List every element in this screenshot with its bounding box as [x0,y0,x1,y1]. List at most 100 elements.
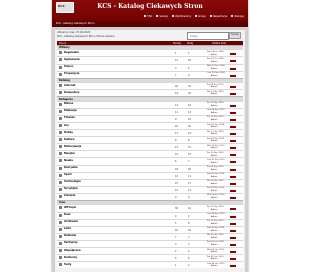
index-link[interactable]: KCS - Katalog Ciekawych Stron Strona Głó… [57,35,115,38]
forum-name[interactable]: Edukacja [64,109,77,112]
last-post-author[interactable]: Admin [211,155,217,157]
forum-name[interactable]: Regulamin [64,51,79,54]
last-post-author[interactable]: Admin [211,162,217,164]
latest-post-icon[interactable] [230,67,236,70]
last-post-author[interactable]: Admin [211,265,217,267]
last-post-author[interactable]: Admin [211,93,217,95]
forum-name[interactable]: Ogłoszenia [64,58,80,61]
last-post-author[interactable]: Admin [211,61,217,63]
forum-name[interactable]: Off-topic [64,206,76,209]
forum-name[interactable]: Kosz [64,213,71,216]
post-count: 6 [188,221,190,225]
forum-name[interactable]: Linki [64,227,71,230]
forum-name[interactable]: Technologia [64,180,81,183]
latest-post-icon[interactable] [230,147,236,150]
last-post-author[interactable]: Admin [211,140,217,142]
last-post-author[interactable]: Admin [211,251,217,253]
latest-post-icon[interactable] [230,93,236,96]
latest-post-icon[interactable] [230,161,236,164]
last-post-author[interactable]: Admin [211,216,217,218]
latest-post-icon[interactable] [230,243,236,246]
latest-post-icon[interactable] [230,126,236,129]
last-post-author[interactable]: Admin [211,54,217,56]
last-post-author[interactable]: Admin [211,209,217,211]
latest-post-icon[interactable] [230,133,236,136]
last-post-author[interactable]: Admin [211,68,217,70]
forum-name[interactable]: Gry [64,124,69,127]
last-post-author[interactable]: Admin [211,105,217,107]
last-post-author[interactable]: Admin [211,75,217,77]
last-post-author[interactable]: Admin [211,133,217,135]
latest-post-icon[interactable] [230,182,236,185]
latest-post-icon[interactable] [230,118,236,121]
latest-post-icon[interactable] [230,251,236,253]
forum-name[interactable]: Hobby [64,131,73,134]
forum-name[interactable]: Testy [64,263,71,266]
last-post-author[interactable]: Admin [211,190,217,192]
latest-post-icon[interactable] [230,265,236,268]
latest-post-icon[interactable] [230,154,236,157]
last-post-author[interactable]: Admin [211,169,217,171]
forum-name[interactable]: Pomoc [64,65,73,68]
nav-link-login[interactable]: Zaloguj [231,15,244,18]
forum-name[interactable]: Biznes [64,102,73,105]
forum-name[interactable]: Reklama [64,234,76,237]
search-button[interactable]: Szukaj [229,32,241,39]
forum-name[interactable]: Kultura [64,138,74,141]
forum-name[interactable]: Partnerzy [64,241,78,244]
latest-post-icon[interactable] [230,60,236,63]
forum-name[interactable]: Propozycje [64,72,79,75]
last-post-author[interactable]: Admin [211,237,217,239]
topic-count: 10 [175,174,178,178]
last-post-author[interactable]: Admin [211,183,217,185]
latest-post-icon[interactable] [230,86,236,89]
last-post-author[interactable]: Admin [211,112,217,114]
latest-post-icon[interactable] [230,236,236,239]
last-post-author[interactable]: Admin [211,197,217,199]
forum-name[interactable]: Komputery [64,91,80,94]
nav-link-register[interactable]: Rejestracja [209,15,227,18]
forum-name[interactable]: Internet [64,84,76,87]
latest-post-icon[interactable] [230,229,236,232]
last-post-author[interactable]: Admin [211,244,217,246]
forum-row: Muzyka 21 23 Śro 20 Sty, 2010 Admin [57,150,243,158]
last-post-author[interactable]: Admin [211,223,217,225]
latest-post-icon[interactable] [230,168,236,171]
last-post-author[interactable]: Admin [211,126,217,128]
forum-name[interactable]: Motoryzacja [64,145,81,148]
forum-name[interactable]: Współpraca [64,249,81,252]
latest-post-icon[interactable] [230,175,236,178]
nav-link-groups[interactable]: Grupy [195,15,206,18]
latest-post-icon[interactable] [230,196,236,199]
breadcrumb-label[interactable]: KCS - Katalog Ciekawych Stron [56,22,94,25]
last-post-author[interactable]: Admin [211,86,217,88]
latest-post-icon[interactable] [230,189,236,192]
search-input[interactable] [187,32,229,40]
last-post-author[interactable]: Admin [211,119,217,121]
latest-post-icon[interactable] [230,53,236,56]
forum-name[interactable]: Archiwum [64,220,78,223]
last-post-author[interactable]: Admin [211,176,217,178]
forum-name[interactable]: Sport [64,173,72,176]
latest-post-icon[interactable] [230,208,236,211]
latest-post-icon[interactable] [230,258,236,261]
latest-post-icon[interactable] [230,111,236,114]
last-post-author[interactable]: Admin [211,258,217,260]
nav-link-faq[interactable]: FAQ [144,15,152,18]
nav-link-users[interactable]: Użytkownicy [171,15,191,18]
latest-post-icon[interactable] [230,74,236,77]
forum-name[interactable]: Rozrywka [64,166,78,169]
forum-name[interactable]: Zdrowie [64,194,75,197]
nav-link-search[interactable]: Szukaj [156,15,168,18]
forum-name[interactable]: Finanse [64,116,75,119]
latest-post-icon[interactable] [230,140,236,143]
last-post-author[interactable]: Admin [211,147,217,149]
latest-post-icon[interactable] [230,104,236,107]
latest-post-icon[interactable] [230,215,236,218]
forum-name[interactable]: Konkursy [64,256,77,259]
last-post-author[interactable]: Admin [211,230,217,232]
forum-name[interactable]: Muzyka [64,152,75,155]
forum-name[interactable]: Nauka [64,159,73,162]
forum-name[interactable]: Turystyka [64,187,78,190]
latest-post-icon[interactable] [230,222,236,225]
